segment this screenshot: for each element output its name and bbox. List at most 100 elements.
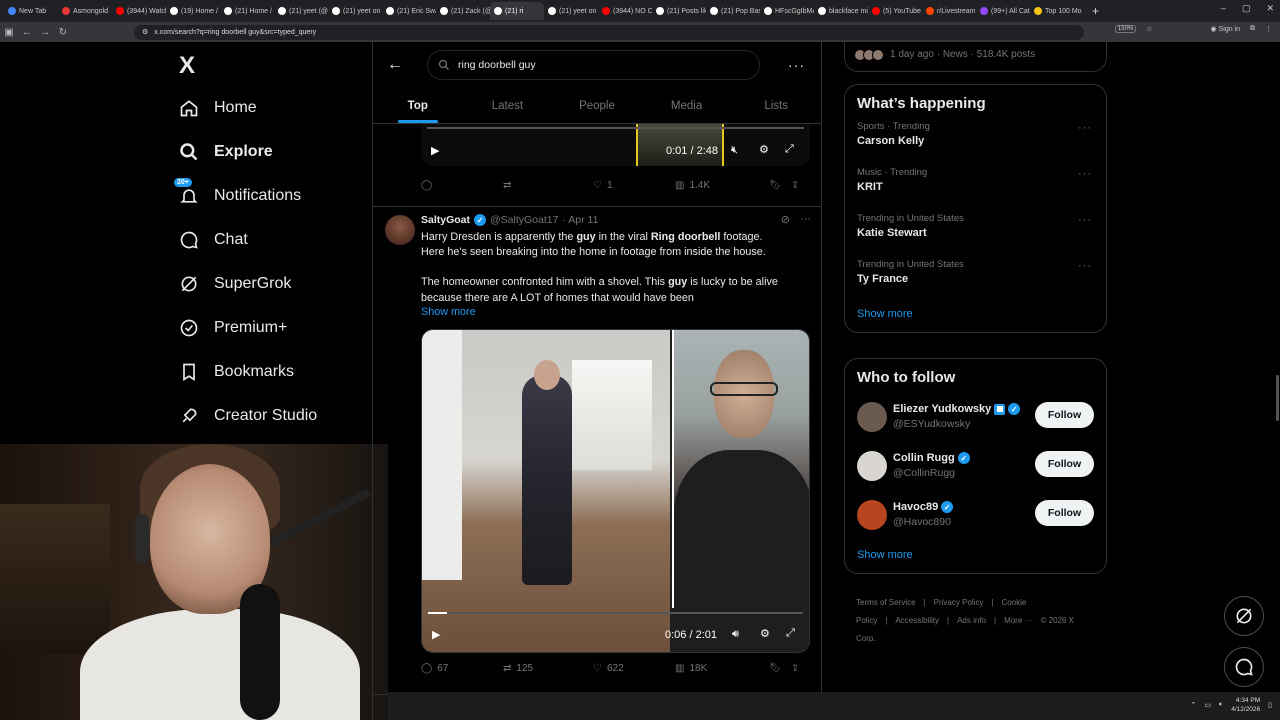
network-icon[interactable]: ▭ [1204, 701, 1211, 709]
trend-more-icon[interactable]: ··· [1078, 168, 1092, 180]
trends-show-more-link[interactable]: Show more [845, 302, 1106, 332]
post-video-1[interactable]: ▶ 0:01 / 2:48 🔇︎ ⚙ ⤢ [421, 124, 810, 166]
maximize-icon[interactable]: ▢ [1242, 3, 1251, 14]
browser-tab[interactable]: (5) YouTube [868, 2, 922, 20]
tab-lists[interactable]: Lists [731, 88, 821, 123]
volume-tray-icon[interactable]: 🔈︎ [1219, 701, 1223, 709]
browser-tab[interactable]: (99+) All Cat [976, 2, 1030, 20]
show-more-link[interactable]: Show more [421, 306, 476, 318]
sidebar-item-creator-studio[interactable]: Creator Studio [178, 394, 317, 438]
footer-link[interactable]: Accessibility [895, 616, 939, 625]
browser-tab[interactable]: Asmongold [58, 2, 112, 20]
reload-icon[interactable]: ↻ [54, 27, 72, 38]
browser-tab[interactable]: (3944) Watch [112, 2, 166, 20]
follow-suggestion[interactable]: Havoc89 ✓ @Havoc890 Follow [845, 490, 1106, 539]
avatar[interactable] [857, 401, 887, 432]
close-icon[interactable]: ✕ [1266, 3, 1274, 14]
more-options-icon[interactable]: ··· [788, 57, 805, 73]
views-button[interactable]: ▥ 18K [675, 663, 769, 674]
bookmark-star-icon[interactable]: ☆ [1146, 25, 1152, 33]
play-icon[interactable]: ▶ [432, 628, 440, 641]
settings-icon[interactable]: ⚙ [759, 143, 769, 156]
browser-tab[interactable]: (21) yeet on [328, 2, 382, 20]
play-icon[interactable]: ▶ [431, 144, 439, 157]
footer-link[interactable]: Privacy Policy [934, 598, 984, 607]
forward-icon[interactable]: → [36, 27, 54, 38]
mute-icon[interactable]: 🔇︎ [731, 144, 738, 157]
author-handle[interactable]: @SaltyGoat17 [490, 214, 558, 226]
previous-news-card[interactable]: 1 day ago · News · 518.4K posts [844, 38, 1107, 72]
extensions-icon[interactable]: ⧉ [1250, 25, 1255, 33]
browser-tab[interactable]: (21) Eric Swa [382, 2, 436, 20]
sidebar-item-home[interactable]: Home [178, 86, 317, 130]
post-saltygoat[interactable]: SaltyGoat ✓ @SaltyGoat17 · Apr 11 ⊘ ··· … [373, 206, 821, 674]
sidebar-item-bookmarks[interactable]: Bookmarks [178, 350, 317, 394]
browser-tab[interactable]: (21) Posts lik [652, 2, 706, 20]
footer-link[interactable]: Terms of Service [856, 598, 916, 607]
trend-more-icon[interactable]: ··· [1078, 260, 1092, 272]
tray-chevron-icon[interactable]: ⌃ [1191, 701, 1197, 709]
browser-tab[interactable]: (21) Pop Bas [706, 2, 760, 20]
trend-more-icon[interactable]: ··· [1078, 122, 1092, 134]
browser-tab[interactable]: New Tab [4, 2, 58, 20]
trend-item[interactable]: Trending in United States Katie Stewart ··… [845, 210, 1106, 256]
signin-button[interactable]: ◉ Sign in [1211, 25, 1240, 33]
clock[interactable]: 4:34 PM 4/12/2026 [1231, 696, 1260, 714]
browser-tab[interactable]: r/Livestream [922, 2, 976, 20]
footer-link[interactable]: More ··· [1004, 616, 1032, 625]
settings-icon[interactable]: ⚙ [760, 627, 770, 640]
browser-tab[interactable]: (21) Zack (@ [436, 2, 490, 20]
volume-icon[interactable]: 🔊︎ [732, 628, 739, 641]
trend-more-icon[interactable]: ··· [1078, 214, 1092, 226]
menu-icon[interactable]: ⋮ [1265, 25, 1272, 33]
video-progress-bar[interactable] [428, 612, 803, 614]
minimize-icon[interactable]: – [1221, 3, 1226, 14]
browser-tab[interactable]: (19) Home / [166, 2, 220, 20]
site-info-icon[interactable]: ⚙ [142, 28, 148, 36]
repost-button[interactable]: ⇄ 125 [503, 663, 593, 674]
tab-latest[interactable]: Latest [463, 88, 553, 123]
sidebar-toggle-icon[interactable]: ▣ [0, 27, 18, 38]
fullscreen-icon[interactable]: ⤢ [786, 627, 795, 640]
sidebar-item-notifications[interactable]: 20+ Notifications [174, 174, 317, 218]
follow-suggestion[interactable]: Collin Rugg ✓ @CollinRugg Follow [845, 441, 1106, 490]
bookmark-button[interactable]: 🔖︎ [769, 180, 791, 191]
fullscreen-icon[interactable]: ⤢ [785, 143, 794, 156]
grok-icon[interactable]: ⊘ [781, 213, 790, 226]
trend-item[interactable]: Trending in United States Ty France ··· [845, 256, 1106, 302]
views-button[interactable]: ▥ 1.4K [675, 180, 769, 191]
follow-button[interactable]: Follow [1035, 451, 1094, 477]
sidebar-item-explore[interactable]: Explore [178, 130, 317, 174]
like-button[interactable]: ♡ 622 [593, 663, 675, 674]
tab-people[interactable]: People [552, 88, 642, 123]
search-input[interactable]: ring doorbell guy [427, 50, 760, 80]
sidebar-item-premium[interactable]: Premium+ [178, 306, 317, 350]
browser-tab[interactable]: (21) yeet on [544, 2, 598, 20]
share-icon[interactable]: ⇪ [791, 663, 799, 674]
back-icon[interactable]: ← [18, 27, 36, 38]
browser-tab[interactable]: (3944) NO CH [598, 2, 652, 20]
avatar[interactable] [857, 499, 887, 530]
back-arrow-icon[interactable]: ← [387, 56, 427, 74]
browser-tab[interactable]: blackface mi [814, 2, 868, 20]
scrollbar[interactable] [1276, 375, 1279, 421]
follow-button[interactable]: Follow [1035, 402, 1094, 428]
avatar[interactable] [857, 450, 887, 481]
tab-media[interactable]: Media [642, 88, 732, 123]
x-logo[interactable]: X [179, 52, 195, 80]
browser-tab[interactable]: (21) yeet (@ [274, 2, 328, 20]
author-name[interactable]: SaltyGoat [421, 214, 470, 226]
browser-tab[interactable]: (21) Home / [220, 2, 274, 20]
browser-tab[interactable]: (21) ri [490, 2, 544, 20]
post-date[interactable]: · Apr 11 [562, 214, 598, 226]
share-icon[interactable]: ⇪ [791, 180, 799, 191]
browser-tab[interactable]: HFscGgIbMA [760, 2, 814, 20]
reply-button[interactable]: ◯ 67 [421, 663, 503, 674]
trend-item[interactable]: Music · Trending KRIT ··· [845, 164, 1106, 210]
sidebar-item-chat[interactable]: Chat [178, 218, 317, 262]
trend-item[interactable]: Sports · Trending Carson Kelly ··· [845, 118, 1106, 164]
video-progress-bar[interactable] [427, 127, 804, 129]
notification-icon[interactable]: ▯ [1268, 701, 1272, 709]
browser-tab[interactable]: Top 100 Mo [1030, 2, 1084, 20]
footer-link[interactable]: Ads info [957, 616, 986, 625]
